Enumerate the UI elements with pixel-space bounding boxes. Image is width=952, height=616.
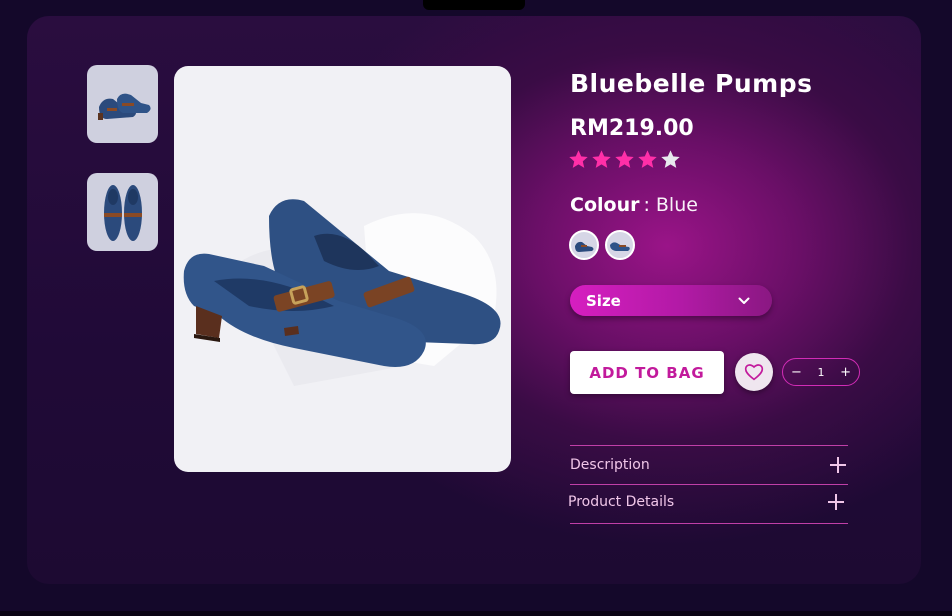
colour-row: Colour: Blue bbox=[570, 194, 698, 216]
top-notch bbox=[423, 0, 525, 10]
shoe-swatch-image bbox=[571, 232, 597, 258]
colour-swatch-angle[interactable] bbox=[605, 230, 635, 260]
product-card: Bluebelle Pumps RM219.00 Colour: Blue Siz… bbox=[27, 16, 921, 584]
plus-icon bbox=[830, 457, 846, 473]
plus-icon bbox=[828, 494, 844, 510]
quantity-increment-button[interactable]: + bbox=[840, 366, 851, 379]
star-empty-icon bbox=[660, 149, 681, 170]
thumbnail-side-view[interactable] bbox=[87, 65, 158, 143]
quantity-value[interactable]: 1 bbox=[818, 366, 825, 379]
star-filled-icon bbox=[568, 149, 589, 170]
shoe-pair-illustration bbox=[174, 66, 511, 472]
thumbnail-top-view[interactable] bbox=[87, 173, 158, 251]
accordion-description[interactable]: Description bbox=[570, 450, 848, 480]
accordion-description-label: Description bbox=[570, 457, 650, 473]
main-product-image[interactable] bbox=[174, 66, 511, 472]
size-select[interactable]: Size bbox=[570, 285, 772, 316]
rating-stars bbox=[568, 149, 681, 170]
quantity-stepper: − 1 + bbox=[782, 358, 860, 386]
colour-swatch-side[interactable] bbox=[569, 230, 599, 260]
shoe-side-thumbnail-image bbox=[89, 79, 157, 129]
colour-value: Blue bbox=[656, 194, 698, 216]
colour-label: Colour bbox=[570, 194, 639, 216]
wishlist-button[interactable] bbox=[735, 353, 773, 391]
shoe-top-thumbnail-image bbox=[93, 177, 153, 247]
star-filled-icon bbox=[637, 149, 658, 170]
product-title: Bluebelle Pumps bbox=[570, 69, 812, 98]
bottom-bar bbox=[0, 611, 952, 616]
quantity-decrement-button[interactable]: − bbox=[791, 366, 802, 379]
star-filled-icon bbox=[591, 149, 612, 170]
size-select-label: Size bbox=[586, 292, 621, 310]
shoe-swatch-image bbox=[607, 232, 633, 258]
colour-separator: : bbox=[643, 194, 649, 216]
heart-icon bbox=[744, 363, 764, 381]
accordion-divider bbox=[570, 523, 848, 524]
chevron-down-icon bbox=[738, 297, 750, 305]
accordion-product-details-label: Product Details bbox=[568, 494, 674, 510]
accordion-divider bbox=[570, 445, 848, 446]
add-to-bag-button[interactable]: ADD TO BAG bbox=[570, 351, 724, 394]
product-price: RM219.00 bbox=[570, 116, 694, 141]
colour-swatches bbox=[569, 230, 635, 260]
star-filled-icon bbox=[614, 149, 635, 170]
accordion-product-details[interactable]: Product Details bbox=[568, 487, 846, 517]
accordion-divider bbox=[570, 484, 848, 485]
